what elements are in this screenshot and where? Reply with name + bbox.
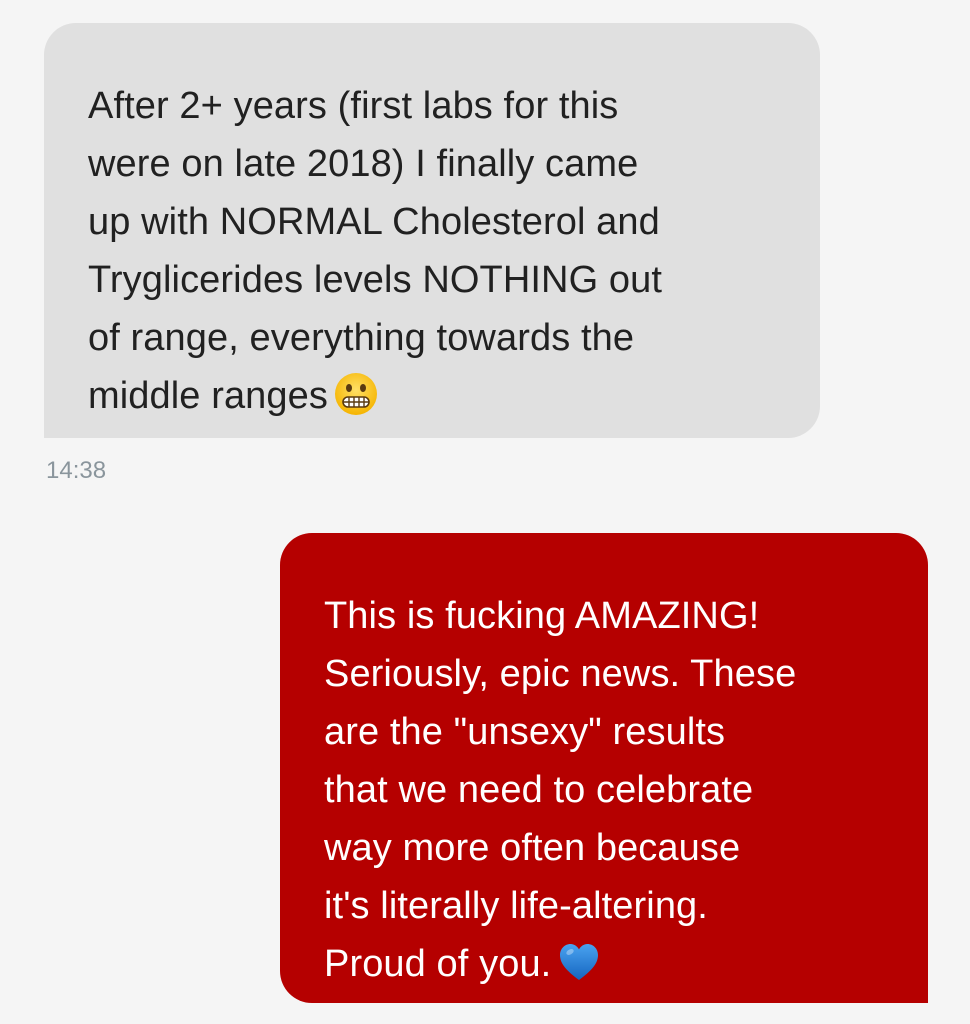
blue-heart-icon: [557, 940, 601, 1001]
grimacing-face-icon: [334, 372, 378, 433]
outgoing-message-bubble[interactable]: This is fucking AMAZING! Seriously, epic…: [280, 533, 928, 1003]
outgoing-message-text: This is fucking AMAZING! Seriously, epic…: [324, 587, 888, 1001]
message-timestamp: 14:38: [46, 457, 107, 484]
incoming-message-text: After 2+ years (first labs for this were…: [88, 77, 780, 433]
incoming-message-bubble[interactable]: After 2+ years (first labs for this were…: [44, 23, 820, 438]
